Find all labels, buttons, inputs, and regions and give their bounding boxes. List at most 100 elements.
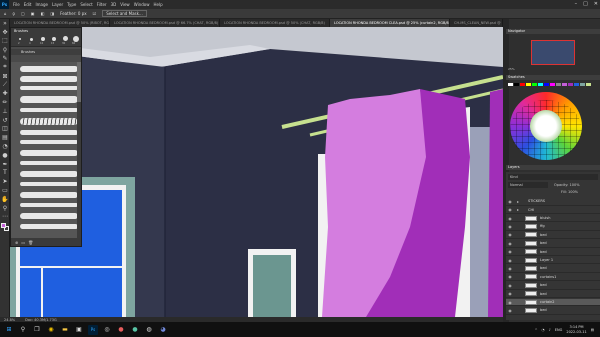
search-icon[interactable]: ⚲ — [18, 325, 28, 335]
layer-row[interactable]: ◉ bed — [506, 282, 600, 290]
swatch[interactable] — [550, 83, 555, 86]
close-icon[interactable]: ✕ — [594, 1, 598, 7]
swatch[interactable] — [532, 83, 537, 86]
brush-preset[interactable] — [19, 118, 79, 125]
eyedropper-tool-icon[interactable]: ⟋ — [0, 81, 10, 90]
lasso-tool-icon[interactable]: ϙ — [0, 45, 10, 54]
pen-tool-icon[interactable]: ✒ — [0, 160, 10, 169]
eraser-tool-icon[interactable]: ◫ — [0, 125, 10, 134]
explorer-icon[interactable]: ▣ — [74, 325, 84, 335]
gradient-tool-icon[interactable]: ▤ — [0, 133, 10, 142]
menu-file[interactable]: File — [13, 2, 20, 7]
new-brush-icon[interactable]: ⊕ — [15, 240, 18, 245]
layer-filter[interactable]: Kind — [508, 174, 598, 180]
filter-kind[interactable]: Kind — [510, 175, 518, 179]
brush-preset[interactable] — [19, 76, 79, 82]
layer-row[interactable]: ◉ bluish — [506, 215, 600, 223]
history-brush-icon[interactable]: ↺ — [0, 116, 10, 125]
home-icon[interactable]: ⌂ — [4, 11, 7, 16]
menu-select[interactable]: Select — [80, 2, 92, 7]
brush-size-dot[interactable] — [19, 38, 21, 40]
frame-tool-icon[interactable]: ⊠ — [0, 72, 10, 81]
scrollbar-thumb[interactable] — [77, 62, 81, 102]
brush-preset[interactable] — [19, 66, 79, 72]
brush-size-dot[interactable] — [30, 38, 33, 41]
swatch[interactable] — [568, 83, 573, 86]
visibility-eye-icon[interactable]: ◉ — [506, 241, 514, 246]
stamp-tool-icon[interactable]: ⊥ — [0, 107, 10, 116]
layer-row[interactable]: ◉ curtains1 — [506, 274, 600, 282]
minimize-icon[interactable]: – — [575, 1, 578, 7]
visibility-eye-icon[interactable]: ◉ — [506, 249, 514, 254]
healing-tool-icon[interactable]: ✚ — [0, 89, 10, 98]
chrome-icon[interactable]: ◉ — [46, 325, 56, 335]
brush-size-dot[interactable] — [63, 36, 68, 41]
swatch[interactable] — [580, 83, 585, 86]
layer-row[interactable]: ◉ Layer 1 — [506, 257, 600, 265]
feather-field[interactable]: Feather: 0 px — [60, 11, 86, 16]
visibility-eye-icon[interactable]: ◉ — [506, 224, 514, 229]
menu-image[interactable]: Image — [35, 2, 48, 7]
app-icon-2[interactable]: ● — [130, 325, 140, 335]
swatch[interactable] — [556, 83, 561, 86]
navigator-zoom[interactable]: 25% — [508, 67, 515, 71]
document-tab[interactable]: LOCATION RHONDA BEDROOM.psd @ 66.7% (CHA… — [110, 19, 220, 27]
selection-add-icon[interactable]: ▣ — [31, 11, 35, 16]
swatch[interactable] — [508, 83, 513, 86]
discord-icon[interactable]: ◕ — [158, 325, 168, 335]
foreground-color-swatch[interactable] — [1, 223, 6, 228]
brush-preset[interactable] — [19, 140, 79, 144]
swatch[interactable] — [586, 83, 591, 86]
quick-select-tool-icon[interactable]: ✎ — [0, 54, 10, 63]
visibility-eye-icon[interactable]: ◉ — [506, 274, 514, 279]
brush-preset[interactable] — [19, 182, 79, 186]
layer-row[interactable]: ◉ ffg — [506, 223, 600, 231]
volume-icon[interactable]: ♪ — [549, 328, 551, 332]
windows-icon[interactable]: ⊞ — [4, 325, 14, 335]
shape-tool-icon[interactable]: ▭ — [0, 186, 10, 195]
antialias-checkbox[interactable]: ☑ — [93, 11, 97, 16]
swatch[interactable] — [544, 83, 549, 86]
layer-row[interactable]: ◉ bed — [506, 248, 600, 256]
navigator-thumbnail[interactable] — [531, 40, 575, 65]
brush-folder[interactable]: Brushes — [11, 49, 81, 55]
selection-intersect-icon[interactable]: ◨ — [50, 11, 54, 16]
zoom-tool-icon[interactable]: ⚲ — [0, 204, 10, 213]
fill-value[interactable]: 100% — [568, 190, 578, 194]
crop-tool-icon[interactable]: ⌗ — [0, 63, 10, 72]
layer-row[interactable]: ◉ bed — [506, 307, 600, 315]
opacity-control[interactable]: Opacity: 100% — [554, 182, 580, 188]
maximize-icon[interactable]: □ — [583, 1, 588, 7]
taskview-icon[interactable]: ❐ — [32, 325, 42, 335]
brush-size-dot[interactable] — [52, 37, 56, 41]
swatch[interactable] — [574, 83, 579, 86]
menu-edit[interactable]: Edit — [24, 2, 32, 7]
menu-filter[interactable]: Filter — [97, 2, 107, 7]
visibility-eye-icon[interactable]: ◉ — [506, 283, 514, 288]
brush-tool-icon[interactable]: ✏ — [0, 98, 10, 107]
obs-icon[interactable]: ◍ — [144, 325, 154, 335]
brush-preset[interactable] — [19, 213, 79, 219]
brush-preset[interactable] — [19, 224, 79, 229]
layers-panel-title[interactable]: Layers — [506, 165, 600, 170]
menu-layer[interactable]: Layer — [52, 2, 63, 7]
visibility-eye-icon[interactable]: ◉ — [506, 291, 514, 296]
select-mask-button[interactable]: Select and Mask... — [102, 10, 147, 17]
visibility-eye-icon[interactable]: ◉ — [506, 300, 514, 305]
brush-preset[interactable] — [19, 108, 79, 112]
visibility-eye-icon[interactable]: ◉ — [506, 216, 514, 221]
selection-subtract-icon[interactable]: ◧ — [41, 11, 45, 16]
brush-preset[interactable] — [19, 96, 79, 103]
brush-preset[interactable] — [19, 150, 79, 156]
trash-icon[interactable]: 🗑 — [28, 240, 33, 245]
brush-size-dot[interactable] — [41, 37, 45, 41]
visibility-eye-icon[interactable]: ◉ — [506, 308, 514, 313]
layer-row[interactable]: ◉ bed — [506, 240, 600, 248]
swatch[interactable] — [520, 83, 525, 86]
visibility-eye-icon[interactable]: ◉ — [506, 266, 514, 271]
more-tools-icon[interactable]: ⋯ — [0, 213, 10, 222]
chevron-up-icon[interactable]: ^ — [535, 328, 538, 332]
brush-preset[interactable] — [19, 161, 79, 165]
swatch[interactable] — [526, 83, 531, 86]
network-icon[interactable]: ◔ — [542, 328, 545, 332]
